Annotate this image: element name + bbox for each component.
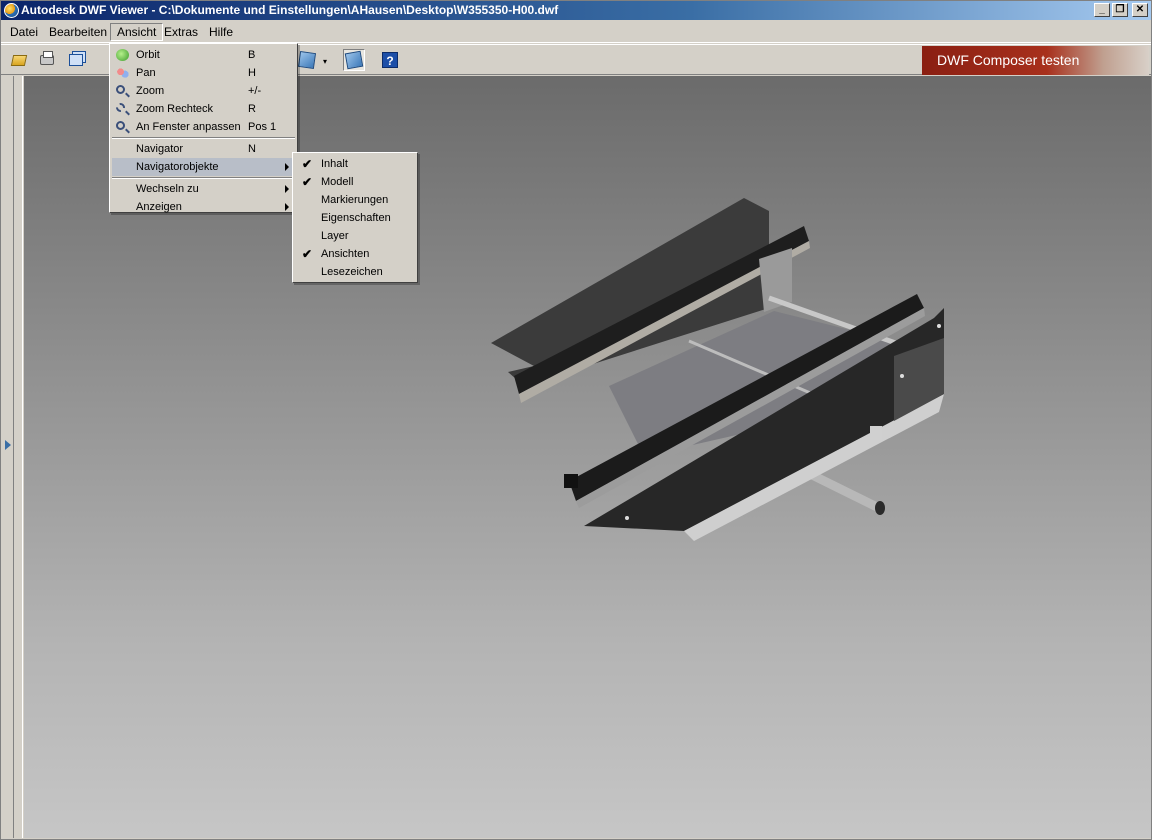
- submenu-item-eigenschaften[interactable]: Eigenschaften: [295, 209, 415, 227]
- zoom-icon: [116, 85, 125, 94]
- menu-item-shortcut: +/-: [248, 85, 262, 97]
- model-bolt-3: [625, 516, 629, 520]
- model-bolt-1: [937, 324, 941, 328]
- menu-item-fit-window[interactable]: An Fenster anpassen Pos 1: [112, 118, 295, 136]
- view-cube-button[interactable]: [296, 49, 318, 71]
- menu-ansicht[interactable]: Ansicht: [110, 23, 164, 41]
- window-title: Autodesk DWF Viewer - C:\Dokumente und E…: [21, 3, 559, 17]
- zoom-rectangle-icon: [116, 103, 125, 112]
- menu-item-shortcut: H: [248, 67, 256, 79]
- menu-item-wechseln-zu[interactable]: Wechseln zu: [112, 180, 295, 198]
- menu-item-zoom-rechteck[interactable]: Zoom Rechteck R: [112, 100, 295, 118]
- printer-icon: [40, 51, 54, 65]
- menu-hilfe[interactable]: Hilfe: [203, 23, 239, 41]
- restore-button[interactable]: ❐: [1112, 3, 1128, 17]
- model-rod-end: [875, 501, 885, 515]
- submenu-item-ansichten[interactable]: ✔ Ansichten: [295, 245, 415, 263]
- submenu-arrow-icon: [285, 203, 289, 211]
- submenu-item-markierungen[interactable]: Markierungen: [295, 191, 415, 209]
- submenu-item-label: Layer: [321, 230, 349, 242]
- menu-item-shortcut: N: [248, 143, 256, 155]
- dwf-viewer-app-icon[interactable]: [4, 3, 19, 18]
- minimize-button[interactable]: _: [1094, 3, 1110, 17]
- model-bolt-2: [900, 374, 904, 378]
- menu-item-label: Navigatorobjekte: [136, 161, 219, 173]
- menu-item-label: Zoom Rechteck: [136, 103, 214, 115]
- submenu-item-inhalt[interactable]: ✔ Inhalt: [295, 155, 415, 173]
- menu-item-label: Orbit: [136, 49, 160, 61]
- menu-item-label: Anzeigen: [136, 201, 182, 213]
- fit-window-icon: [116, 121, 125, 130]
- menu-item-anzeigen[interactable]: Anzeigen: [112, 198, 295, 216]
- pan-icon: [116, 67, 129, 79]
- orbit-icon: [116, 49, 129, 61]
- help-icon: ?: [382, 52, 398, 68]
- navigator-icon: [344, 50, 364, 70]
- submenu-item-label: Eigenschaften: [321, 212, 391, 224]
- menu-separator: [112, 177, 295, 179]
- model-clamp-2: [870, 426, 882, 440]
- menu-item-navigatorobjekte[interactable]: Navigatorobjekte: [112, 158, 295, 176]
- navigatorobjekte-submenu: ✔ Inhalt ✔ Modell Markierungen Eigenscha…: [292, 152, 418, 283]
- menu-item-label: Wechseln zu: [136, 183, 199, 195]
- submenu-item-label: Lesezeichen: [321, 266, 383, 278]
- checkmark-icon: ✔: [302, 175, 313, 189]
- pages-button[interactable]: [65, 49, 87, 71]
- help-button[interactable]: ?: [379, 49, 401, 71]
- menu-item-label: An Fenster anpassen: [136, 121, 241, 133]
- menu-bar: Datei Bearbeiten Ansicht Extras Hilfe: [1, 21, 1151, 43]
- submenu-item-label: Modell: [321, 176, 354, 188]
- expand-panel-icon[interactable]: [5, 440, 11, 450]
- submenu-item-modell[interactable]: ✔ Modell: [295, 173, 415, 191]
- ansicht-menu: Orbit B Pan H Zoom +/- Zoom Rechteck R A…: [109, 43, 298, 213]
- pages-icon: [69, 54, 83, 66]
- menu-item-label: Zoom: [136, 85, 165, 97]
- collapsed-navigator-panel: [1, 76, 23, 838]
- app-window: Autodesk DWF Viewer - C:\Dokumente und E…: [0, 0, 1152, 840]
- submenu-item-layer[interactable]: Layer: [295, 227, 415, 245]
- menu-extras[interactable]: Extras: [158, 23, 204, 41]
- menu-item-pan[interactable]: Pan H: [112, 64, 295, 82]
- menu-separator: [112, 137, 295, 139]
- submenu-item-lesezeichen[interactable]: Lesezeichen: [295, 263, 415, 281]
- model-clamp-1: [564, 474, 578, 488]
- open-button[interactable]: [8, 49, 30, 71]
- close-button[interactable]: ✕: [1132, 3, 1148, 17]
- submenu-item-label: Ansichten: [321, 248, 370, 260]
- submenu-arrow-icon: [285, 185, 289, 193]
- menu-item-shortcut: Pos 1: [248, 121, 277, 133]
- menu-item-orbit[interactable]: Orbit B: [112, 46, 295, 64]
- window-controls: _ ❐ ✕: [1094, 3, 1148, 17]
- submenu-item-label: Inhalt: [321, 158, 348, 170]
- view-dropdown-arrow[interactable]: ▾: [323, 57, 327, 66]
- checkmark-icon: ✔: [302, 247, 313, 261]
- menu-datei[interactable]: Datei: [4, 23, 44, 41]
- menu-item-zoom[interactable]: Zoom +/-: [112, 82, 295, 100]
- menu-item-shortcut: B: [248, 49, 256, 61]
- dwf-composer-banner[interactable]: DWF Composer testen: [922, 46, 1149, 75]
- submenu-arrow-icon: [285, 163, 289, 171]
- panel-splitter[interactable]: [13, 76, 23, 838]
- menu-item-navigator[interactable]: Navigator N: [112, 140, 295, 158]
- print-button[interactable]: [36, 49, 58, 71]
- menu-item-label: Pan: [136, 67, 156, 79]
- submenu-item-label: Markierungen: [321, 194, 389, 206]
- menu-item-shortcut: R: [248, 103, 256, 115]
- title-bar[interactable]: Autodesk DWF Viewer - C:\Dokumente und E…: [1, 1, 1151, 20]
- menu-item-label: Navigator: [136, 143, 184, 155]
- checkmark-icon: ✔: [302, 157, 313, 171]
- menu-bearbeiten[interactable]: Bearbeiten: [43, 23, 113, 41]
- navigator-toggle-button[interactable]: [343, 49, 365, 71]
- view-cube-icon: [297, 50, 317, 70]
- folder-open-icon: [10, 54, 28, 66]
